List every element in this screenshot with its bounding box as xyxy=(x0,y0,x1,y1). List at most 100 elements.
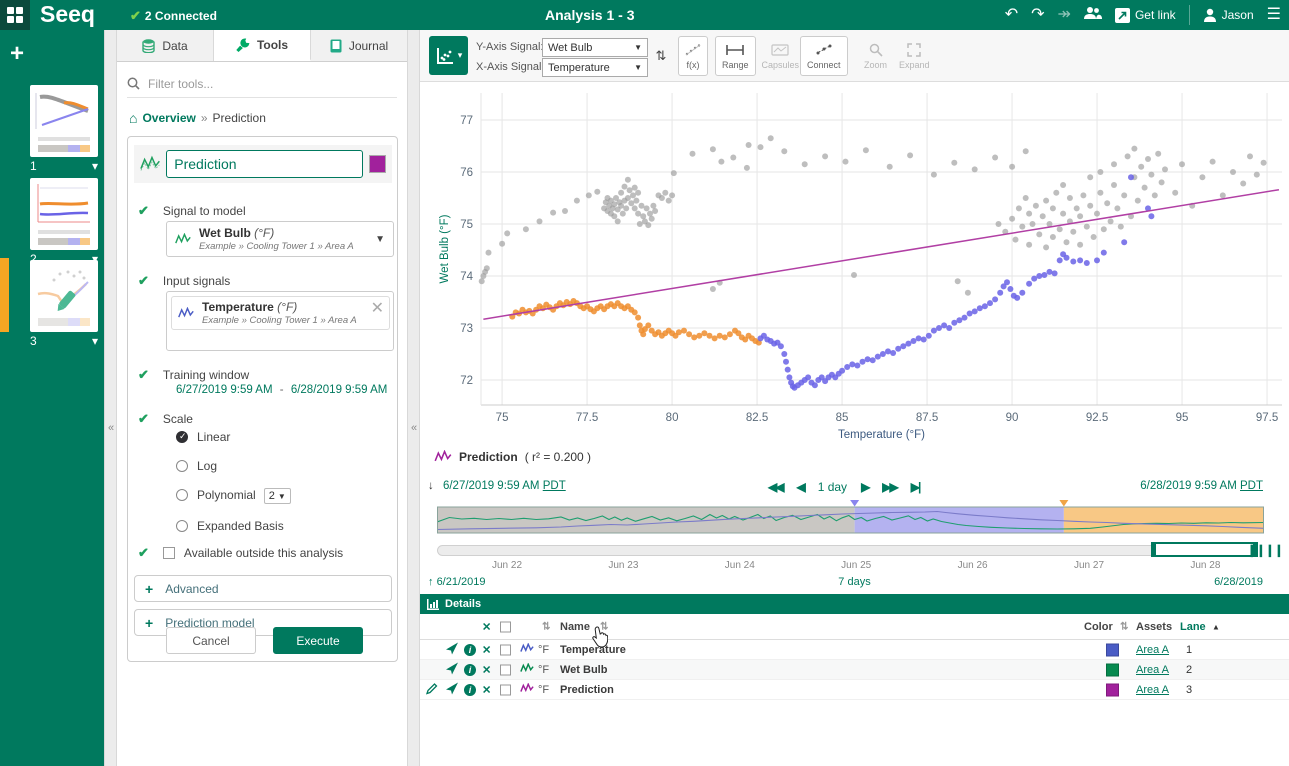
chevron-down-icon[interactable]: ▾ xyxy=(92,334,98,348)
polynomial-order-select[interactable]: 2 ▼ xyxy=(264,488,291,504)
chevron-down-icon[interactable]: ▾ xyxy=(92,159,98,173)
tool-name-input[interactable] xyxy=(166,150,363,178)
step-to-end-icon[interactable]: ▶| xyxy=(911,480,920,494)
select-all-checkbox[interactable] xyxy=(500,621,511,632)
range-start-arrow-icon[interactable]: ↓ xyxy=(428,480,434,492)
auto-update-icon[interactable]: ❙❙ ❙❙ xyxy=(1247,543,1283,557)
column-lane[interactable]: Lane xyxy=(1180,621,1206,633)
redo-all-icon[interactable]: ↠ xyxy=(1058,7,1071,23)
info-icon[interactable]: i xyxy=(464,684,476,696)
worksheet-thumbnail-1[interactable] xyxy=(30,85,98,157)
fx-button[interactable]: f(x) xyxy=(678,36,708,76)
undo-icon[interactable]: ↶ xyxy=(1005,7,1018,23)
color-swatch[interactable] xyxy=(1106,663,1119,676)
tab-journal[interactable]: Journal xyxy=(311,30,407,61)
signal-to-model-select[interactable]: Wet Bulb (°F) Example » Cooling Tower 1 … xyxy=(166,221,394,257)
investigate-end-date[interactable]: 6/28/2019 xyxy=(1214,576,1263,588)
investigate-start-arrow-icon[interactable]: ↑ xyxy=(428,576,434,588)
row-checkbox[interactable] xyxy=(500,644,511,655)
range-start-date[interactable]: 6/27/2019 9:59 AM PDT xyxy=(443,480,566,492)
investigate-start-date[interactable]: 6/21/2019 xyxy=(437,576,486,588)
item-name[interactable]: Temperature xyxy=(560,644,626,656)
sort-icon[interactable]: ⇅ xyxy=(600,621,608,632)
tab-data[interactable]: Data xyxy=(117,30,214,61)
pin-plane-icon[interactable] xyxy=(446,642,458,657)
collapse-rail-gutter[interactable]: « xyxy=(104,30,117,766)
capsules-button[interactable]: Capsules xyxy=(756,36,806,76)
execute-button[interactable]: Execute xyxy=(273,627,363,654)
home-icon[interactable]: ⌂ xyxy=(129,110,137,126)
investigate-duration[interactable]: 7 days xyxy=(838,576,870,588)
user-menu[interactable]: Jason xyxy=(1203,8,1254,22)
expand-button[interactable]: Expand xyxy=(893,36,936,76)
scatter-plot[interactable]: 7273747576777577.58082.58587.59092.59597… xyxy=(434,85,1286,441)
trend-scrub-strip[interactable] xyxy=(437,500,1264,534)
zoom-button[interactable]: Zoom xyxy=(858,36,893,76)
asset-link[interactable]: Area A xyxy=(1136,684,1169,696)
scale-option-polynomial[interactable]: Polynomial2 ▼ xyxy=(176,488,291,504)
timeline-tick: Jun 28 xyxy=(1190,560,1220,571)
scale-option-log[interactable]: Log xyxy=(176,459,291,473)
color-swatch[interactable] xyxy=(1106,643,1119,656)
column-color[interactable]: Color xyxy=(1084,621,1113,633)
view-selector-button[interactable]: ▾ xyxy=(429,36,468,75)
redo-icon[interactable]: ↷ xyxy=(1031,7,1044,23)
item-name[interactable]: Prediction xyxy=(560,684,614,696)
row-checkbox[interactable] xyxy=(500,664,511,675)
step-forward-icon[interactable]: ▶ xyxy=(861,480,868,494)
cancel-button[interactable]: Cancel xyxy=(166,627,256,654)
color-swatch-button[interactable] xyxy=(369,155,386,173)
info-icon[interactable]: i xyxy=(464,664,476,676)
column-assets[interactable]: Assets xyxy=(1136,621,1172,633)
home-grid-button[interactable] xyxy=(0,0,30,30)
input-signal-chip[interactable]: Temperature (°F) Example » Cooling Tower… xyxy=(171,296,390,330)
x-axis-signal-select[interactable]: Temperature▼ xyxy=(542,58,648,77)
row-checkbox[interactable] xyxy=(500,684,511,695)
edit-pencil-icon[interactable] xyxy=(426,682,438,697)
step-forward-double-icon[interactable]: ▶▶ xyxy=(882,480,896,494)
details-panel-header[interactable]: Details xyxy=(420,594,1289,614)
color-swatch[interactable] xyxy=(1106,683,1119,696)
add-worksheet-button[interactable]: + xyxy=(10,40,24,68)
remove-icon[interactable]: ✕ xyxy=(482,643,491,656)
users-icon[interactable] xyxy=(1084,6,1102,24)
connection-status[interactable]: ✔2 Connected xyxy=(130,8,217,24)
filter-tools-search[interactable]: Filter tools... xyxy=(127,70,397,98)
step-back-double-icon[interactable]: ◀◀ xyxy=(768,480,782,494)
worksheet-thumbnail-2[interactable] xyxy=(30,178,98,250)
asset-link[interactable]: Area A xyxy=(1136,644,1169,656)
item-name[interactable]: Wet Bulb xyxy=(560,664,607,676)
info-icon[interactable]: i xyxy=(464,644,476,656)
scale-option-linear[interactable]: Linear xyxy=(176,430,291,444)
tab-tools[interactable]: Tools xyxy=(214,30,311,61)
advanced-expander[interactable]: +Advanced xyxy=(134,575,392,602)
pin-plane-icon[interactable] xyxy=(446,662,458,677)
remove-all-icon[interactable]: ✕ xyxy=(482,620,491,633)
range-end-date[interactable]: 6/28/2019 9:59 AM PDT xyxy=(1140,480,1263,492)
remove-icon[interactable]: ✕ xyxy=(482,663,491,676)
remove-signal-icon[interactable]: ✕ xyxy=(371,298,384,318)
training-window-dates[interactable]: 6/27/2019 9:59 AM - 6/28/2019 9:59 AM xyxy=(176,384,387,396)
column-name[interactable]: Name xyxy=(560,621,590,633)
swap-axes-button[interactable]: ⇅ xyxy=(652,42,670,70)
sort-icon[interactable]: ⇅ xyxy=(542,621,550,632)
slider-selection[interactable] xyxy=(1151,542,1258,557)
range-button[interactable]: Range xyxy=(715,36,756,76)
y-axis-signal-select[interactable]: Wet Bulb▼ xyxy=(542,38,648,57)
breadcrumb-overview-link[interactable]: Overview xyxy=(142,111,195,125)
sort-icon[interactable]: ⇅ xyxy=(1120,621,1128,632)
worksheet-thumbnail-3[interactable] xyxy=(30,260,98,332)
available-outside-checkbox[interactable] xyxy=(163,547,175,559)
slider-track[interactable] xyxy=(437,545,1258,556)
scale-option-expanded-basis[interactable]: Expanded Basis xyxy=(176,519,291,533)
get-link-button[interactable]: Get link xyxy=(1115,8,1176,23)
hamburger-menu-icon[interactable]: ☰ xyxy=(1267,7,1281,23)
connect-button[interactable]: Connect xyxy=(800,36,848,76)
collapse-panel-gutter[interactable]: « xyxy=(407,30,420,766)
step-back-icon[interactable]: ◀ xyxy=(796,480,803,494)
step-size-label[interactable]: 1 day xyxy=(818,480,847,494)
seeq-logo[interactable]: Seeq xyxy=(40,1,95,28)
pin-plane-icon[interactable] xyxy=(446,682,458,697)
asset-link[interactable]: Area A xyxy=(1136,664,1169,676)
remove-icon[interactable]: ✕ xyxy=(482,683,491,696)
